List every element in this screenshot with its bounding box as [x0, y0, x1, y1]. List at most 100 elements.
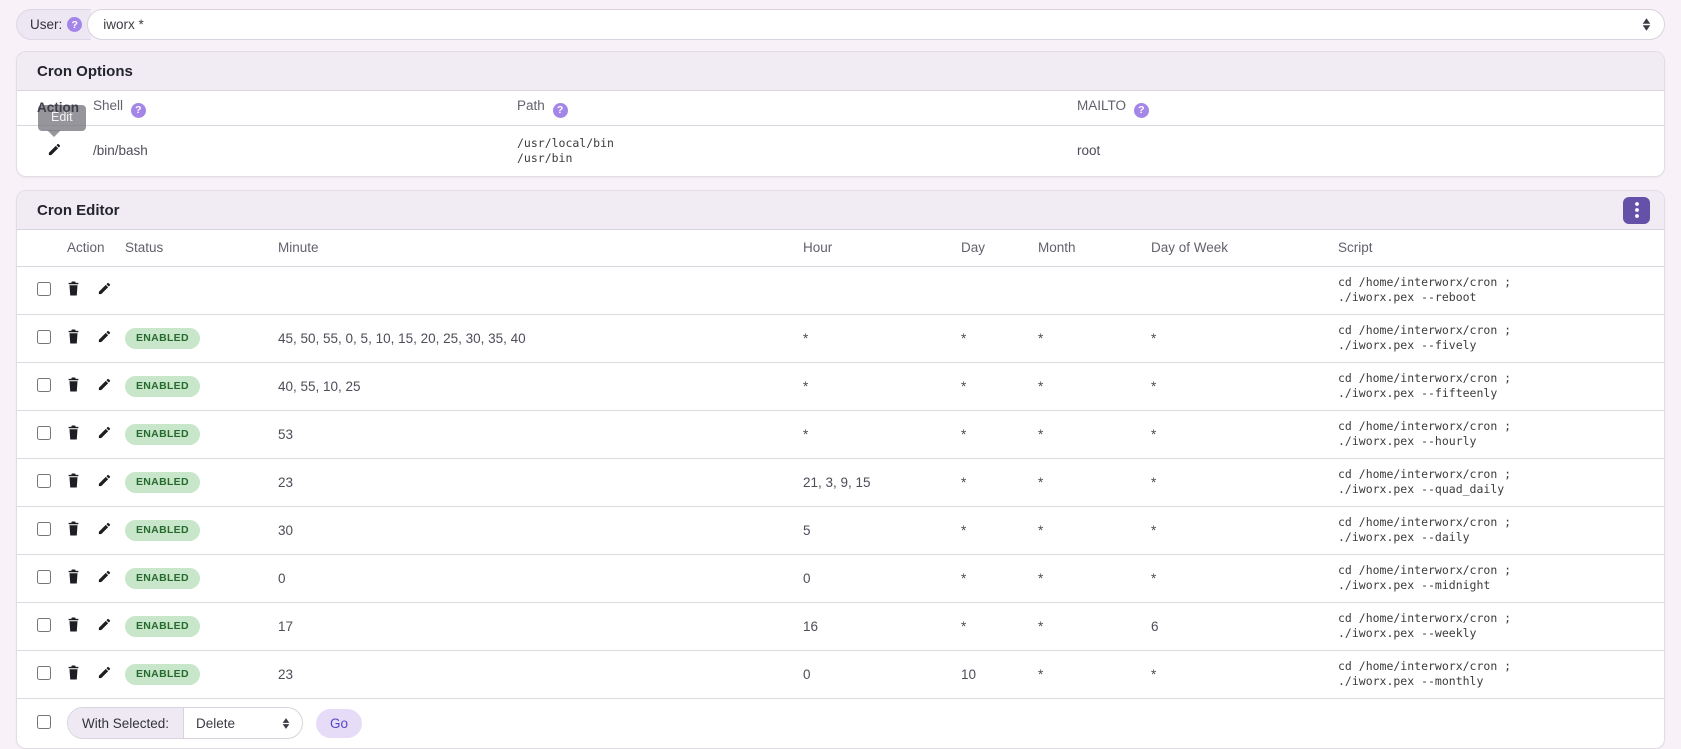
select-all-checkbox[interactable] — [37, 715, 51, 729]
cron-options-panel: Cron Options Edit Action Shell ? Path ? … — [16, 51, 1665, 177]
kebab-icon — [1635, 202, 1639, 218]
table-row: ENABLED 53 * * * * cd /home/interworx/cr… — [17, 410, 1664, 458]
row-checkbox[interactable] — [37, 378, 51, 392]
go-button[interactable]: Go — [316, 709, 362, 738]
row-checkbox[interactable] — [37, 330, 51, 344]
script-line: cd /home/interworx/cron ; — [1338, 275, 1511, 289]
col-path: Path ? — [517, 91, 1077, 125]
script-line: ./iworx.pex --quad_daily — [1338, 482, 1504, 496]
script-line: ./iworx.pex --reboot — [1338, 290, 1476, 304]
script-line: cd /home/interworx/cron ; — [1338, 515, 1511, 529]
table-row: ENABLED 23 21, 3, 9, 15 * * * cd /home/i… — [17, 458, 1664, 506]
user-select[interactable]: iworx * — [87, 9, 1665, 40]
path-help-icon[interactable]: ? — [553, 103, 568, 118]
row-checkbox[interactable] — [37, 666, 51, 680]
mailto-help-icon[interactable]: ? — [1134, 103, 1149, 118]
delete-icon[interactable] — [67, 425, 80, 440]
minute-cell: 23 — [278, 650, 803, 698]
edit-icon[interactable] — [97, 569, 112, 584]
with-selected-value: Delete — [196, 716, 235, 731]
table-row: ENABLED 17 16 * * 6 cd /home/interworx/c… — [17, 602, 1664, 650]
col-minute: Minute — [278, 230, 803, 266]
day-cell: * — [961, 602, 1038, 650]
minute-cell: 45, 50, 55, 0, 5, 10, 15, 20, 25, 30, 35… — [278, 314, 803, 362]
edit-icon[interactable] — [97, 281, 112, 296]
minute-cell — [278, 266, 803, 314]
status-badge: ENABLED — [125, 616, 200, 637]
script-cell: cd /home/interworx/cron ; ./iworx.pex --… — [1338, 314, 1664, 362]
day-cell: * — [961, 314, 1038, 362]
panel-menu-button[interactable] — [1623, 197, 1650, 224]
day-cell: * — [961, 554, 1038, 602]
hour-cell: 5 — [803, 506, 961, 554]
delete-icon[interactable] — [67, 329, 80, 344]
script-line: cd /home/interworx/cron ; — [1338, 467, 1511, 481]
hour-cell: 0 — [803, 650, 961, 698]
user-select-value: iworx * — [103, 17, 144, 32]
row-checkbox[interactable] — [37, 426, 51, 440]
day-cell: * — [961, 458, 1038, 506]
status-badge: ENABLED — [125, 568, 200, 589]
month-cell: * — [1038, 506, 1151, 554]
script-line: ./iworx.pex --fively — [1338, 338, 1476, 352]
edit-icon[interactable] — [97, 617, 112, 632]
with-selected-dropdown[interactable]: Delete — [184, 708, 302, 738]
day-of-week-cell: * — [1151, 650, 1338, 698]
hour-cell: 16 — [803, 602, 961, 650]
status-badge: ENABLED — [125, 520, 200, 541]
delete-icon[interactable] — [67, 665, 80, 680]
edit-icon[interactable] — [97, 521, 112, 536]
script-cell: cd /home/interworx/cron ; ./iworx.pex --… — [1338, 602, 1664, 650]
delete-icon[interactable] — [67, 377, 80, 392]
shell-value: /bin/bash — [93, 125, 517, 176]
edit-icon[interactable] — [97, 665, 112, 680]
minute-cell: 40, 55, 10, 25 — [278, 362, 803, 410]
script-line: cd /home/interworx/cron ; — [1338, 371, 1511, 385]
row-checkbox[interactable] — [37, 474, 51, 488]
month-cell: * — [1038, 602, 1151, 650]
delete-icon[interactable] — [67, 569, 80, 584]
delete-icon[interactable] — [67, 281, 80, 296]
edit-icon[interactable] — [97, 377, 112, 392]
col-day: Day — [961, 230, 1038, 266]
script-line: ./iworx.pex --daily — [1338, 530, 1470, 544]
shell-help-icon[interactable]: ? — [131, 103, 146, 118]
day-of-week-cell: * — [1151, 410, 1338, 458]
col-hour: Hour — [803, 230, 961, 266]
edit-icon[interactable] — [47, 142, 62, 157]
row-checkbox[interactable] — [37, 522, 51, 536]
status-badge: ENABLED — [125, 424, 200, 445]
delete-icon[interactable] — [67, 617, 80, 632]
delete-icon[interactable] — [67, 473, 80, 488]
script-cell: cd /home/interworx/cron ; ./iworx.pex --… — [1338, 362, 1664, 410]
script-line: cd /home/interworx/cron ; — [1338, 611, 1511, 625]
row-checkbox[interactable] — [37, 618, 51, 632]
user-help-icon[interactable]: ? — [67, 17, 82, 32]
month-cell: * — [1038, 410, 1151, 458]
row-checkbox[interactable] — [37, 570, 51, 584]
month-cell: * — [1038, 362, 1151, 410]
delete-icon[interactable] — [67, 521, 80, 536]
cron-options-title: Cron Options — [37, 63, 133, 80]
script-line: cd /home/interworx/cron ; — [1338, 419, 1511, 433]
table-footer-row: With Selected: Delete Go — [17, 698, 1664, 748]
user-bar: User: ? iworx * — [16, 9, 1665, 40]
cron-editor-panel: Cron Editor Action Status Minute Hour Da… — [16, 190, 1665, 749]
edit-icon[interactable] — [97, 425, 112, 440]
status-badge: ENABLED — [125, 664, 200, 685]
script-line: cd /home/interworx/cron ; — [1338, 563, 1511, 577]
day-of-week-cell: 6 — [1151, 602, 1338, 650]
cron-editor-header: Cron Editor — [17, 191, 1664, 230]
edit-icon[interactable] — [97, 473, 112, 488]
script-line: ./iworx.pex --monthly — [1338, 674, 1483, 688]
edit-icon[interactable] — [97, 329, 112, 344]
col-day-of-week: Day of Week — [1151, 230, 1338, 266]
with-selected-group: With Selected: Delete — [67, 707, 303, 739]
script-line: cd /home/interworx/cron ; — [1338, 323, 1511, 337]
col-mailto: MAILTO ? — [1077, 91, 1664, 125]
table-row: ENABLED 40, 55, 10, 25 * * * * cd /home/… — [17, 362, 1664, 410]
cron-rows: cd /home/interworx/cron ; ./iworx.pex --… — [17, 266, 1664, 698]
table-row: ENABLED 45, 50, 55, 0, 5, 10, 15, 20, 25… — [17, 314, 1664, 362]
script-line: ./iworx.pex --fifteenly — [1338, 386, 1497, 400]
row-checkbox[interactable] — [37, 282, 51, 296]
